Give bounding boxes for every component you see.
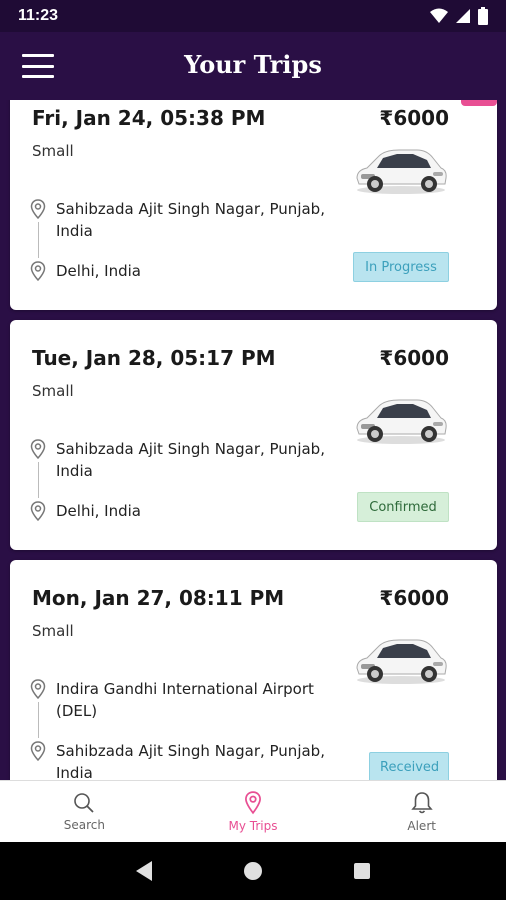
pickup-address: Sahibzada Ajit Singh Nagar, Punjab, Indi… [56,200,325,240]
status-time: 11:23 [18,7,59,24]
trip-tag [461,100,497,106]
trips-list[interactable]: Fri, Jan 24, 05:38 PM ₹6000 Small Sahibz… [0,100,506,780]
nav-label-alert: Alert [407,818,436,833]
drop-location: Sahibzada Ajit Singh Nagar, Punjab, Indi… [30,740,340,780]
location-pin-icon [30,679,46,699]
bell-icon [410,791,433,813]
bottom-nav: Search My Trips Alert [0,780,506,842]
status-badge: Confirmed [357,492,449,522]
recents-button[interactable] [342,851,382,891]
pickup-location: Sahibzada Ajit Singh Nagar, Punjab, Indi… [30,438,340,482]
status-icons [430,7,488,25]
location-pin-icon [30,199,46,219]
app-bar: Your Trips [0,32,506,100]
nav-item-search[interactable]: Search [0,781,169,842]
location-pin-icon [30,501,46,521]
location-pin-icon [30,261,46,281]
pickup-location: Indira Gandhi International Airport (DEL… [30,678,340,722]
pickup-address: Indira Gandhi International Airport (DEL… [56,680,314,720]
nav-label-search: Search [63,817,105,832]
search-icon [74,792,94,813]
route-line [38,462,39,498]
status-badge: Received [369,752,449,780]
status-badge: In Progress [353,252,449,282]
status-bar: 11:23 [0,0,506,32]
nav-label-my-trips: My Trips [228,818,278,833]
system-nav-bar [0,842,506,900]
pickup-address: Sahibzada Ajit Singh Nagar, Punjab, Indi… [56,440,325,480]
signal-icon [456,9,470,23]
trip-price: ₹6000 [379,346,449,370]
recents-icon [353,863,370,879]
trip-card[interactable]: Mon, Jan 27, 08:11 PM ₹6000 Small Indira… [10,560,497,780]
car-image [356,399,447,444]
back-icon [136,861,153,881]
route-line [38,702,39,738]
location-pin-icon [30,741,46,761]
home-button[interactable] [233,851,273,891]
car-image [356,639,447,684]
drop-address: Delhi, India [56,502,141,520]
drop-address: Sahibzada Ajit Singh Nagar, Punjab, Indi… [56,742,325,780]
route-line [38,222,39,258]
battery-icon [478,7,488,25]
nav-item-my-trips[interactable]: My Trips [169,781,338,842]
trip-card[interactable]: Fri, Jan 24, 05:38 PM ₹6000 Small Sahibz… [10,100,497,310]
location-pin-icon [245,790,261,814]
car-type: Small [32,622,74,640]
wifi-icon [430,8,448,23]
trip-price: ₹6000 [379,106,449,130]
car-type: Small [32,382,74,400]
home-icon [243,862,262,880]
nav-item-alert[interactable]: Alert [337,781,506,842]
page-title: Your Trips [184,50,322,79]
pickup-location: Sahibzada Ajit Singh Nagar, Punjab, Indi… [30,198,340,242]
drop-address: Delhi, India [56,262,141,280]
trip-date: Fri, Jan 24, 05:38 PM [32,106,266,130]
car-type: Small [32,142,74,160]
trip-date: Mon, Jan 27, 08:11 PM [32,586,285,610]
back-button[interactable] [124,851,164,891]
trip-card[interactable]: Tue, Jan 28, 05:17 PM ₹6000 Small Sahibz… [10,320,497,550]
car-image [356,149,447,194]
drop-location: Delhi, India [30,500,340,522]
trip-date: Tue, Jan 28, 05:17 PM [32,346,276,370]
drop-location: Delhi, India [30,260,340,282]
trip-price: ₹6000 [379,586,449,610]
location-pin-icon [30,439,46,459]
